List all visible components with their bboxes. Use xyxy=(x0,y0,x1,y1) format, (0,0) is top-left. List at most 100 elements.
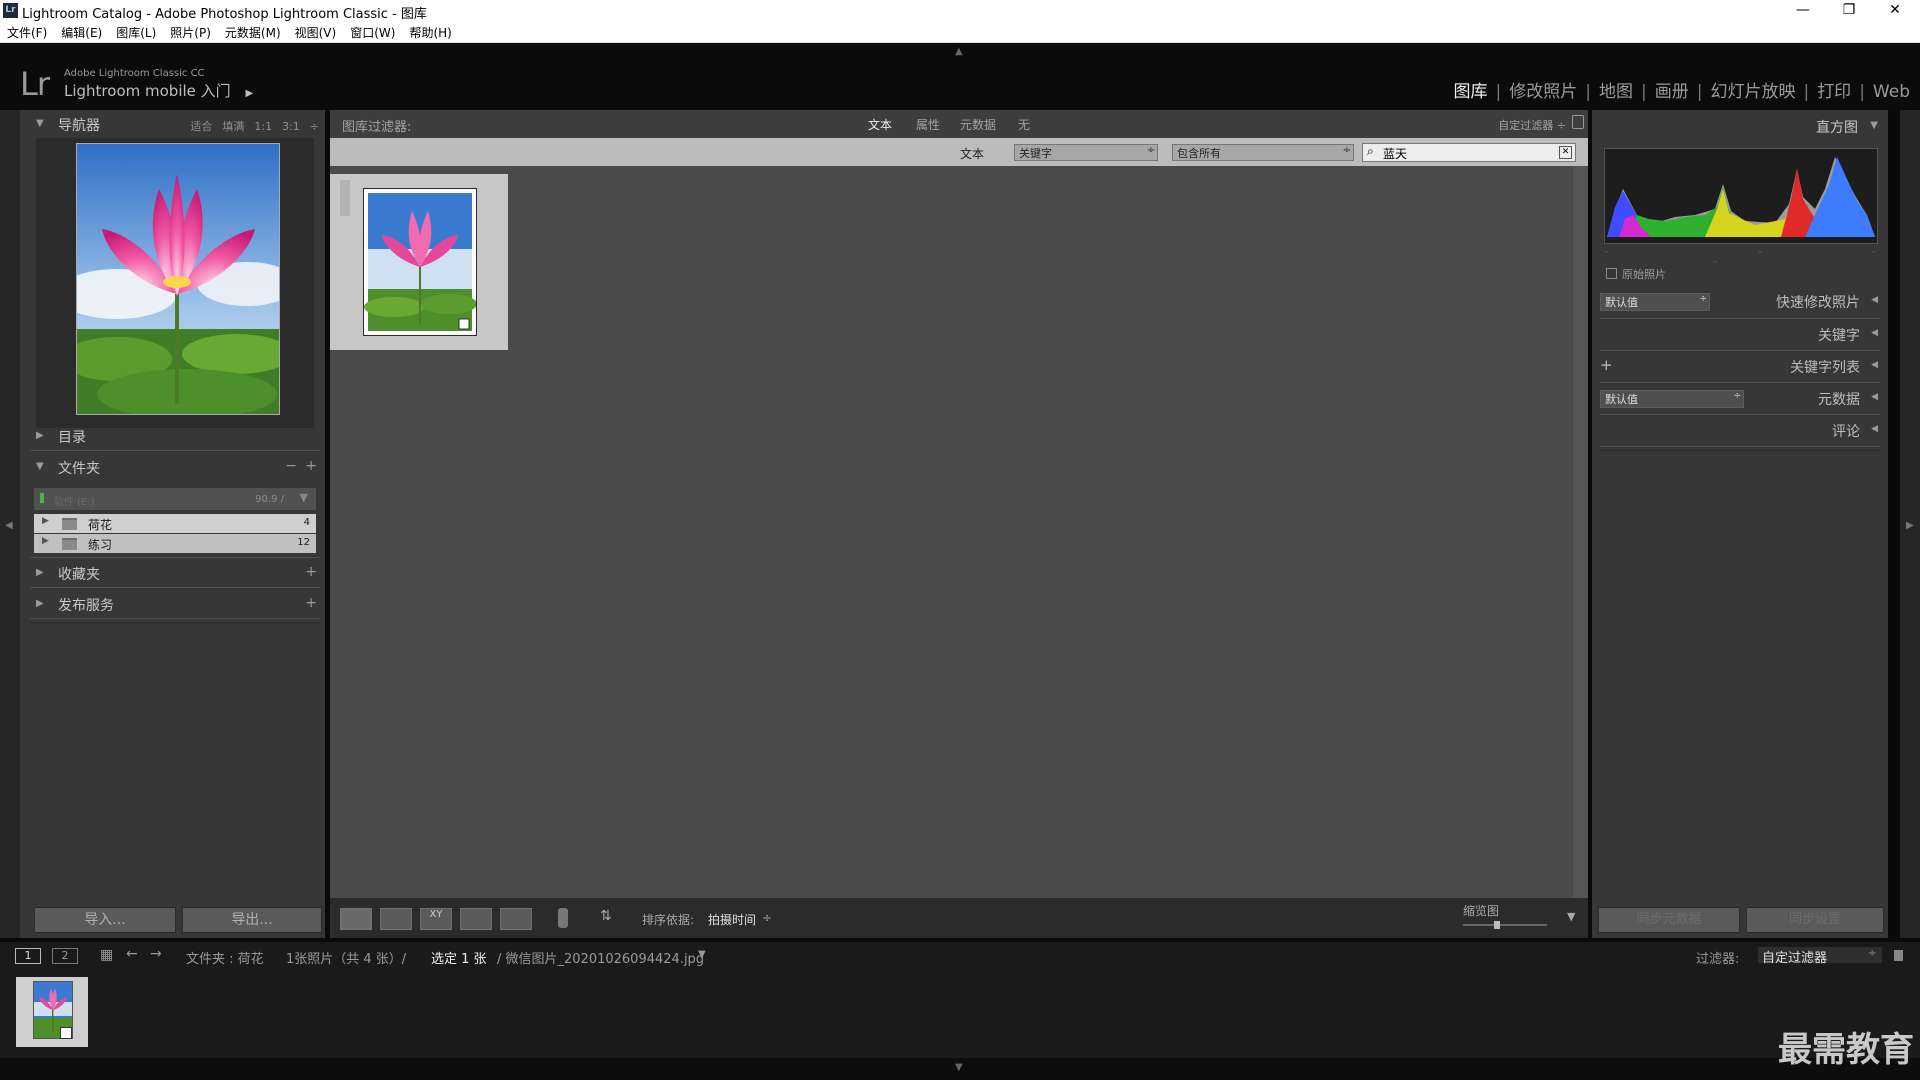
painter-spray-icon[interactable] xyxy=(558,908,568,928)
filter-tab-attribute[interactable]: 属性 xyxy=(916,116,940,133)
people-view-icon[interactable] xyxy=(500,908,532,930)
filter-tab-metadata[interactable]: 元数据 xyxy=(960,116,996,133)
sort-select[interactable]: 拍摄时间 xyxy=(708,911,756,928)
search-target-select[interactable]: 关键字 ÷ xyxy=(1014,144,1158,161)
sync-settings-button[interactable]: 同步设置 xyxy=(1746,907,1884,933)
original-photo-checkbox[interactable] xyxy=(1606,268,1617,279)
histogram xyxy=(1604,148,1878,244)
navigator-header[interactable]: ▼ 导航器 适合 填满 1:1 3:1 ÷ xyxy=(20,110,325,140)
search-target-value: 关键字 xyxy=(1019,147,1052,160)
module-library[interactable]: 图库 xyxy=(1454,77,1488,102)
zoom-fill[interactable]: 填满 xyxy=(222,120,244,133)
zoom-fit[interactable]: 适合 xyxy=(190,120,212,133)
close-button[interactable]: ✕ xyxy=(1872,0,1918,22)
secondary-window-button[interactable]: 2 xyxy=(52,948,78,964)
search-input[interactable]: ⌕ 蓝天 ✕ xyxy=(1362,143,1576,162)
module-slideshow[interactable]: 幻灯片放映 xyxy=(1710,77,1795,102)
sync-metadata-button[interactable]: 同步元数据 xyxy=(1598,907,1740,933)
back-arrow-icon[interactable]: ← xyxy=(126,946,138,962)
catalog-header[interactable]: ▶ 目录 xyxy=(20,422,325,452)
menu-window[interactable]: 窗口(W) xyxy=(343,22,402,41)
maximize-button[interactable]: ❐ xyxy=(1826,0,1872,22)
menu-help[interactable]: 帮助(H) xyxy=(402,22,458,41)
sort-direction-icon[interactable]: ⇅ xyxy=(600,908,612,924)
collapse-triangle-icon[interactable]: ▼ xyxy=(1870,120,1878,131)
filename-dropdown-icon[interactable]: ▼ xyxy=(698,949,706,960)
custom-filter-dropdown[interactable]: 自定过滤器 ÷ xyxy=(1498,117,1566,133)
grid-scrollbar[interactable] xyxy=(1573,166,1588,898)
hide-top-panel-icon[interactable]: ▲ xyxy=(955,46,963,57)
module-develop[interactable]: 修改照片 xyxy=(1509,77,1577,102)
survey-view-icon[interactable] xyxy=(460,908,492,930)
sort-dropdown-icon[interactable]: ÷ xyxy=(762,911,772,925)
clear-search-icon[interactable]: ✕ xyxy=(1559,146,1572,159)
left-panel-toggle[interactable]: ◀ xyxy=(0,110,20,938)
filmstrip-bar: 1 2 ▦ ← → 文件夹 : 荷花 1张照片（共 4 张）/ 选定 1 张 /… xyxy=(0,942,1920,972)
module-map[interactable]: 地图 xyxy=(1599,77,1633,102)
collections-header[interactable]: ▶ 收藏夹 + xyxy=(20,559,325,589)
grid-view-icon[interactable] xyxy=(340,908,372,930)
folder-item[interactable]: ▶ 荷花 4 xyxy=(34,514,316,533)
thumbnail-size-slider[interactable] xyxy=(1463,921,1547,929)
volume-bar[interactable]: 软件 (E:) 90.9 / ▼ xyxy=(34,488,316,510)
add-collection-icon[interactable]: + xyxy=(305,564,317,580)
menu-metadata[interactable]: 元数据(M) xyxy=(218,22,288,41)
comments-title: 评论 xyxy=(1832,424,1860,440)
add-publish-service-icon[interactable]: + xyxy=(305,595,317,611)
remove-folder-icon[interactable]: − xyxy=(285,458,297,474)
folders-header[interactable]: ▼ 文件夹 − + xyxy=(20,453,325,483)
keywording-header[interactable]: 关键字 ◀ xyxy=(1592,319,1888,351)
product-name: Adobe Lightroom Classic CC xyxy=(64,68,205,79)
hide-filmstrip-strip[interactable]: ▼ xyxy=(0,1058,1920,1080)
loupe-view-icon[interactable] xyxy=(380,908,412,930)
forward-arrow-icon[interactable]: → xyxy=(150,946,162,962)
expand-triangle-icon: ▶ xyxy=(36,598,44,609)
module-picker: 图库 | 修改照片 | 地图 | 画册 | 幻灯片放映 | 打印 | Web xyxy=(1454,77,1910,102)
menu-photo[interactable]: 照片(P) xyxy=(163,22,218,41)
volume-dropdown-icon[interactable]: ▼ xyxy=(300,491,308,504)
minimize-button[interactable]: — xyxy=(1780,0,1826,22)
lock-icon[interactable] xyxy=(1572,115,1584,129)
filter-tab-none[interactable]: 无 xyxy=(1018,116,1030,133)
export-button[interactable]: 导出... xyxy=(182,907,322,933)
toolbar-options-icon[interactable]: ▼ xyxy=(1567,910,1575,923)
menu-view[interactable]: 视图(V) xyxy=(288,22,344,41)
filter-tab-text[interactable]: 文本 xyxy=(868,116,892,133)
add-keyword-icon[interactable]: + xyxy=(1600,356,1613,374)
left-panel: ▼ 导航器 适合 填满 1:1 3:1 ÷ ▶ 目录 ▼ 文件夹 − + 软件 … xyxy=(20,110,325,938)
keyword-list-header[interactable]: + 关键字列表 ◀ xyxy=(1592,351,1888,383)
folder-item[interactable]: ▶ 练习 12 xyxy=(34,534,316,553)
metadata-preset-select[interactable]: 默认值 ÷ xyxy=(1600,390,1744,408)
right-panel-toggle[interactable]: ▶ xyxy=(1900,110,1920,938)
metadata-header[interactable]: 默认值 ÷ 元数据 ◀ xyxy=(1592,383,1888,415)
module-web[interactable]: Web xyxy=(1873,82,1910,102)
grid-shortcut-icon[interactable]: ▦ xyxy=(100,947,113,963)
module-book[interactable]: 画册 xyxy=(1655,77,1689,102)
import-button[interactable]: 导入... xyxy=(34,907,176,933)
search-rule-select[interactable]: 包含所有 ÷ xyxy=(1172,144,1354,161)
zoom-3-1[interactable]: 3:1 xyxy=(282,120,300,133)
publish-services-header[interactable]: ▶ 发布服务 + xyxy=(20,590,325,620)
quick-develop-header[interactable]: 默认值 ÷ 快速修改照片 ◀ xyxy=(1592,286,1888,318)
search-icon: ⌕ xyxy=(1367,144,1374,158)
lotus-thumbnail[interactable] xyxy=(363,188,477,336)
hide-filmstrip-icon[interactable]: ▼ xyxy=(955,1062,963,1073)
filmstrip-cell-selected[interactable] xyxy=(16,977,88,1047)
module-print[interactable]: 打印 xyxy=(1817,77,1851,102)
source-folder[interactable]: 文件夹 : 荷花 xyxy=(186,948,264,967)
slider-knob[interactable] xyxy=(1494,921,1501,929)
compare-view-icon[interactable]: XY xyxy=(420,908,452,930)
menu-library[interactable]: 图库(L) xyxy=(109,22,163,41)
zoom-more-icon[interactable]: ÷ xyxy=(310,120,319,133)
filter-lock-icon[interactable] xyxy=(1894,950,1903,961)
mobile-getting-started[interactable]: Lightroom mobile 入门 ▶ xyxy=(64,80,253,101)
add-folder-icon[interactable]: + xyxy=(305,458,317,474)
saved-preset-select[interactable]: 默认值 ÷ xyxy=(1600,293,1710,311)
grid-cell-selected[interactable] xyxy=(330,174,508,350)
filter-select[interactable]: 自定过滤器 xyxy=(1758,947,1882,966)
menu-edit[interactable]: 编辑(E) xyxy=(54,22,109,41)
menu-file[interactable]: 文件(F) xyxy=(0,22,54,41)
comments-header[interactable]: 评论 ◀ xyxy=(1592,415,1888,447)
zoom-1-1[interactable]: 1:1 xyxy=(254,120,272,133)
primary-window-button[interactable]: 1 xyxy=(15,948,41,964)
